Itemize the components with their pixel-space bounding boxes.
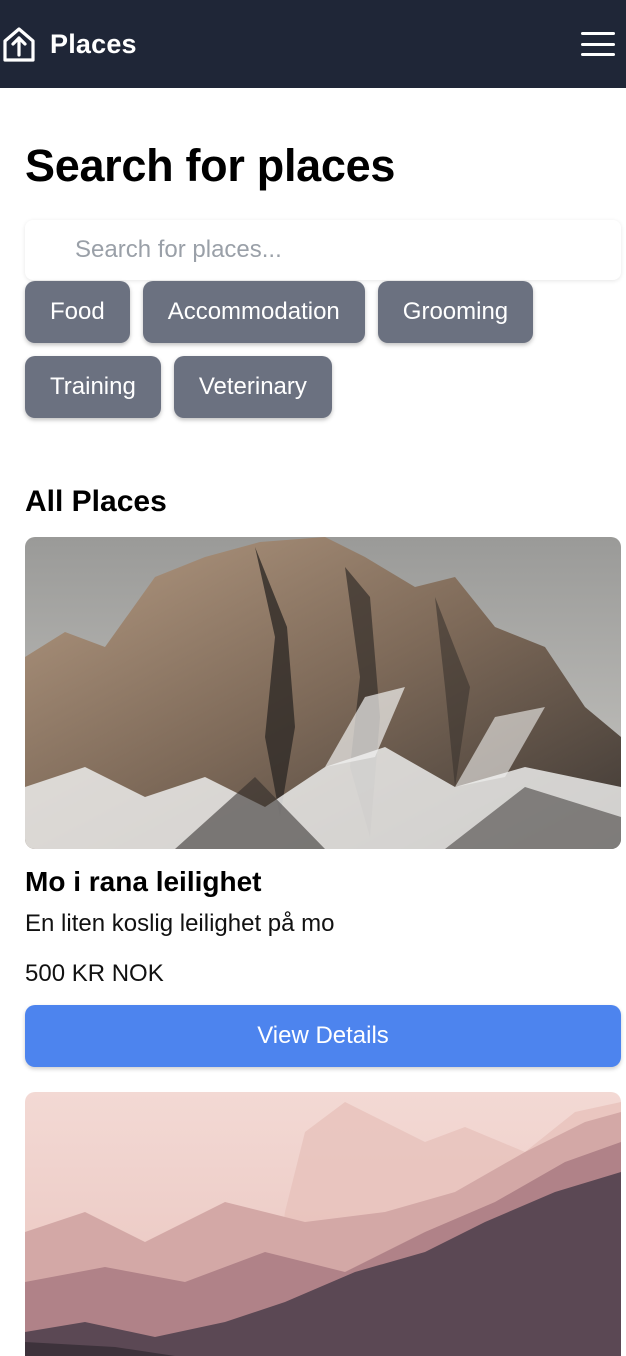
place-name: Mo i rana leilighet <box>25 866 262 897</box>
place-description: En liten koslig leilighet på mo <box>25 910 335 937</box>
filter-accommodation-button[interactable]: Accommodation <box>142 281 365 343</box>
place-image-snowy-mountain[interactable] <box>25 537 621 849</box>
view-details-button[interactable]: View Details <box>25 1005 621 1067</box>
house-upload-icon <box>3 27 35 62</box>
hamburger-menu-icon[interactable] <box>578 28 618 60</box>
filter-veterinary-button[interactable]: Veterinary <box>173 356 332 418</box>
place-price: 500 KR NOK <box>25 960 164 987</box>
place-image-pink-mountains[interactable] <box>25 1092 621 1356</box>
category-filters: Food Accommodation Grooming Training Vet… <box>25 281 621 418</box>
all-places-heading: All Places <box>25 485 167 518</box>
page-title: Search for places <box>25 140 396 191</box>
search-box <box>25 220 621 280</box>
search-input[interactable] <box>75 220 621 280</box>
top-navbar: Places <box>0 0 626 88</box>
filter-food-button[interactable]: Food <box>25 281 130 343</box>
app-title: Places <box>50 28 137 59</box>
filter-grooming-button[interactable]: Grooming <box>377 281 534 343</box>
brand[interactable]: Places <box>2 25 137 63</box>
filter-training-button[interactable]: Training <box>25 356 161 418</box>
